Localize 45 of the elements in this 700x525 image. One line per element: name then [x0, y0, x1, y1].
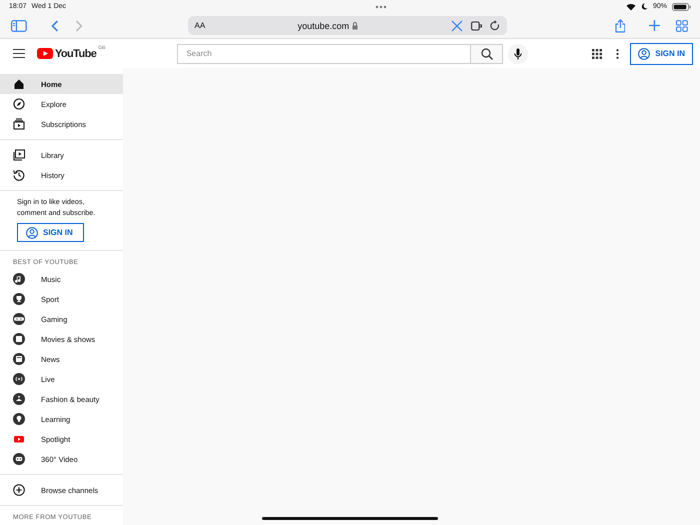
- live-broadcast-icon: [13, 373, 25, 385]
- wifi-icon: [626, 2, 636, 10]
- text-size-button[interactable]: AA: [194, 21, 206, 30]
- music-icon: [13, 273, 25, 285]
- sidebar-icon[interactable]: [11, 20, 27, 32]
- film-icon: [13, 333, 25, 345]
- multitasking-dots-icon[interactable]: [375, 4, 388, 8]
- play-logo-icon[interactable]: [37, 48, 53, 59]
- newspaper-icon: [13, 353, 25, 365]
- lightbulb-icon: [13, 413, 25, 425]
- add-circle-icon: [13, 484, 25, 496]
- hanger-icon: [13, 393, 25, 405]
- sign-in-button[interactable]: SIGN IN: [630, 42, 694, 64]
- history-icon: [13, 169, 25, 181]
- video-library-icon: [13, 149, 25, 161]
- microphone-icon: [514, 48, 522, 60]
- apps-grid-icon[interactable]: [592, 48, 602, 58]
- home-icon: [13, 78, 25, 90]
- back-icon[interactable]: [50, 20, 59, 32]
- trophy-icon: [13, 293, 25, 305]
- subscriptions-icon: [13, 118, 25, 130]
- compass-icon: [13, 98, 25, 110]
- search-icon: [480, 48, 493, 60]
- moon-icon: [641, 3, 648, 10]
- address-bar[interactable]: AA youtube.com: [188, 16, 507, 35]
- sign-in-button[interactable]: SIGN IN: [17, 223, 84, 242]
- search-field[interactable]: Search: [177, 44, 470, 64]
- play-icon: [13, 433, 25, 445]
- tabs-overview-icon[interactable]: [676, 20, 688, 32]
- menu-icon[interactable]: [13, 49, 25, 58]
- more-options-icon[interactable]: [616, 48, 620, 58]
- account-icon: [26, 226, 38, 238]
- reload-icon[interactable]: [490, 20, 500, 31]
- close-icon[interactable]: [450, 20, 463, 32]
- lock-icon: [352, 22, 358, 30]
- vr-headset-icon: [13, 453, 25, 465]
- account-icon: [638, 48, 650, 60]
- share-icon[interactable]: [614, 18, 626, 32]
- search-button[interactable]: [470, 44, 504, 64]
- url-text: youtube.com: [298, 20, 350, 30]
- game-controller-icon: [13, 313, 25, 325]
- voice-search-button[interactable]: [508, 44, 528, 64]
- battery-icon: [672, 2, 692, 10]
- logo-text[interactable]: YouTube: [55, 48, 96, 60]
- add-tab-icon[interactable]: [649, 20, 660, 31]
